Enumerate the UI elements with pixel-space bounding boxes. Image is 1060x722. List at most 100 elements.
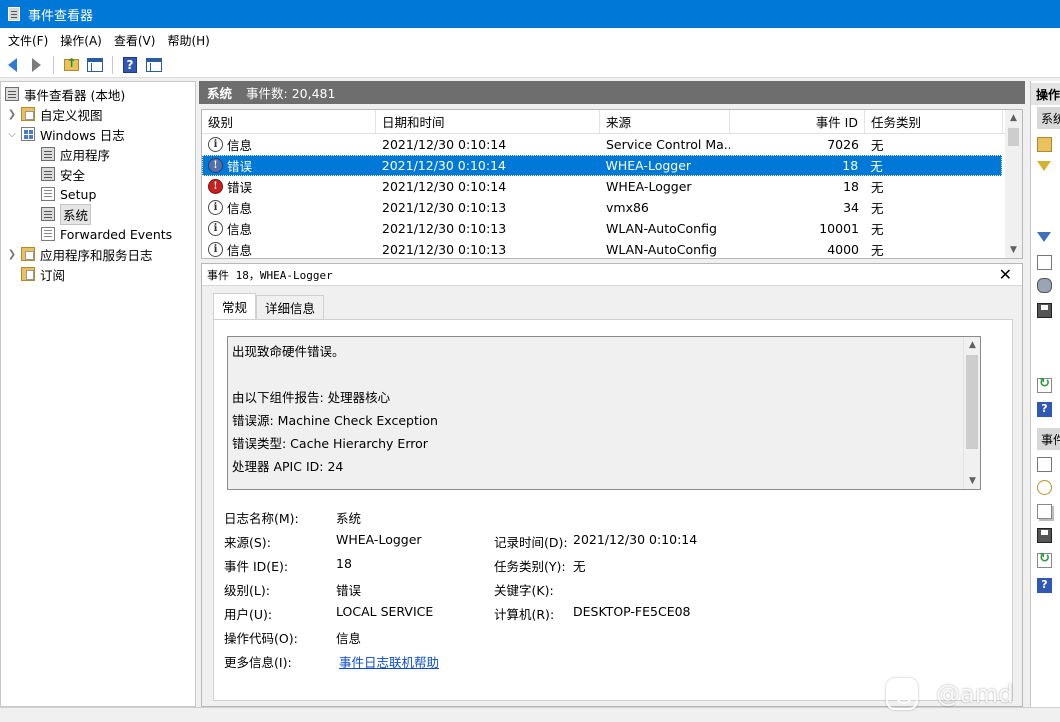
- online-help-link[interactable]: 事件日志联机帮助: [339, 652, 439, 671]
- open-saved-log-icon[interactable]: [1037, 137, 1052, 152]
- row-event-id: 18: [843, 179, 859, 194]
- row-source: Service Control Ma...: [606, 137, 730, 152]
- help-button[interactable]: ?: [120, 55, 140, 75]
- tree-node-custom-views[interactable]: ❯ 自定义视图: [1, 104, 195, 124]
- window-title: 事件查看器: [28, 8, 94, 24]
- row-source: WLAN-AutoConfig: [606, 221, 717, 236]
- menu-view[interactable]: 查看(V): [108, 32, 162, 49]
- column-header-date[interactable]: 日期和时间: [376, 110, 600, 133]
- scroll-thumb[interactable]: [966, 355, 978, 449]
- log-icon: [41, 167, 55, 181]
- tree-node-application[interactable]: 应用程序: [1, 144, 195, 164]
- menu-file[interactable]: 文件(F): [2, 32, 54, 49]
- event-list-scrollbar[interactable]: ▲ ▼: [1005, 110, 1022, 258]
- expand-chevron-icon[interactable]: ❯: [5, 249, 19, 260]
- refresh-icon[interactable]: [1037, 376, 1052, 393]
- event-list-header: 级别 日期和时间 来源 事件 ID 任务类别: [202, 110, 1022, 134]
- tree-node-forwarded-events[interactable]: Forwarded Events: [1, 224, 195, 244]
- tree-label-windows-logs: Windows 日志: [40, 127, 125, 143]
- column-header-event-id[interactable]: 事件 ID: [730, 110, 865, 133]
- info-icon: i: [208, 221, 223, 236]
- row-date: 2021/12/30 0:10:14: [382, 179, 507, 194]
- task-category-value: 无: [573, 559, 586, 574]
- tree-label-system: 系统: [60, 203, 92, 225]
- tree-label-security: 安全: [60, 167, 86, 183]
- help-icon[interactable]: ?: [1037, 402, 1052, 417]
- actions-section-system[interactable]: 系统: [1037, 107, 1060, 129]
- scroll-down-icon[interactable]: ▼: [1005, 242, 1022, 258]
- opcode-label: 操作代码(O):: [224, 631, 298, 646]
- close-icon[interactable]: ✕: [999, 265, 1012, 284]
- info-icon: i: [208, 137, 223, 152]
- filter-icon[interactable]: [1037, 232, 1051, 242]
- tree-node-setup[interactable]: Setup: [1, 184, 195, 204]
- save-icon[interactable]: [1037, 303, 1052, 318]
- tree-node-security[interactable]: 安全: [1, 164, 195, 184]
- column-header-source[interactable]: 来源: [600, 110, 730, 133]
- tree-node-windows-logs[interactable]: ⌵ Windows 日志: [1, 124, 195, 144]
- back-button[interactable]: [2, 55, 22, 75]
- menu-help[interactable]: 帮助(H): [161, 32, 215, 49]
- show-hide-action-pane-button[interactable]: [144, 55, 164, 75]
- column-header-level[interactable]: 级别: [202, 110, 376, 133]
- scroll-thumb[interactable]: [1008, 128, 1019, 146]
- table-row[interactable]: i 信息 2021/12/30 0:10:13 WLAN-AutoConfig 1…: [202, 218, 1022, 239]
- console-tree: 事件查看器 (本地) ❯ 自定义视图 ⌵ Windows 日志 应用程序 安全 …: [0, 81, 196, 707]
- row-category: 无: [871, 201, 884, 216]
- error-icon: !: [208, 179, 223, 194]
- copy-icon[interactable]: [1037, 504, 1052, 519]
- row-category: 无: [871, 243, 884, 258]
- row-event-id: 10001: [819, 221, 859, 236]
- folder-icon: [21, 107, 35, 121]
- description-line: 由以下组件报告: 处理器核心: [232, 390, 391, 405]
- folder-up-icon: [63, 56, 79, 71]
- row-category: 无: [871, 180, 884, 195]
- tree-node-system[interactable]: 系统: [1, 203, 195, 225]
- column-header-category[interactable]: 任务类别: [865, 110, 1003, 133]
- logged-value: 2021/12/30 0:10:14: [573, 532, 698, 547]
- actions-header: 操作: [1031, 83, 1060, 105]
- attach-task-icon[interactable]: [1037, 480, 1052, 495]
- save-selected-icon[interactable]: [1037, 528, 1052, 543]
- event-list: 级别 日期和时间 来源 事件 ID 任务类别 i 信息 2021/12/30 0:…: [201, 109, 1023, 259]
- tree-label-app-service-logs: 应用程序和服务日志: [40, 247, 153, 263]
- tab-details[interactable]: 详细信息: [256, 295, 325, 319]
- scroll-up-icon[interactable]: ▲: [964, 337, 981, 353]
- tree-node-app-service-logs[interactable]: ❯ 应用程序和服务日志: [1, 244, 195, 264]
- log-name-value: 系统: [336, 511, 362, 526]
- forward-button[interactable]: [26, 55, 46, 75]
- tree-label-setup: Setup: [60, 186, 97, 202]
- find-binoculars-icon[interactable]: [1037, 278, 1052, 293]
- info-icon: i: [208, 242, 223, 257]
- scroll-down-icon[interactable]: ▼: [964, 473, 981, 489]
- up-one-level-button[interactable]: [61, 55, 81, 75]
- event-properties-icon[interactable]: [1037, 457, 1052, 472]
- create-custom-view-icon[interactable]: [1037, 161, 1051, 171]
- properties-icon[interactable]: [1037, 255, 1052, 270]
- refresh-icon[interactable]: [1037, 551, 1052, 568]
- row-category: 无: [871, 222, 884, 237]
- table-row-selected[interactable]: ! 错误 2021/12/30 0:10:14 WHEA-Logger 18 无: [202, 155, 1002, 176]
- help-icon[interactable]: ?: [1037, 578, 1052, 593]
- table-row[interactable]: i 信息 2021/12/30 0:10:13 vmx86 34 无: [202, 197, 1022, 218]
- table-row[interactable]: i 信息 2021/12/30 0:10:14 Service Control M…: [202, 134, 1022, 155]
- actions-section-event[interactable]: 事件: [1037, 428, 1060, 450]
- scroll-up-icon[interactable]: ▲: [1005, 110, 1022, 126]
- subscription-icon: [21, 267, 35, 281]
- event-description[interactable]: 出现致命硬件错误。 由以下组件报告: 处理器核心 错误源: Machine Ch…: [227, 336, 981, 490]
- show-hide-tree-button[interactable]: [85, 55, 105, 75]
- description-scrollbar[interactable]: ▲ ▼: [963, 337, 980, 489]
- actions-pane: 操作 系统 ? 事件 ?: [1030, 81, 1060, 707]
- log-icon: [41, 187, 55, 201]
- tab-general[interactable]: 常规: [213, 293, 257, 319]
- table-row[interactable]: i 信息 2021/12/30 0:10:13 WLAN-AutoConfig 4…: [202, 239, 1022, 258]
- collapse-chevron-icon[interactable]: ⌵: [5, 129, 19, 140]
- tree-node-root[interactable]: 事件查看器 (本地): [1, 84, 195, 104]
- menu-action[interactable]: 操作(A): [54, 32, 108, 49]
- detail-title: 事件 18，WHEA-Logger: [207, 268, 333, 282]
- keywords-label: 关键字(K):: [494, 583, 554, 598]
- tree-node-subscriptions[interactable]: 订阅: [1, 264, 195, 284]
- expand-chevron-icon[interactable]: ❯: [5, 109, 19, 120]
- source-label: 来源(S):: [224, 535, 271, 550]
- table-row[interactable]: ! 错误 2021/12/30 0:10:14 WHEA-Logger 18 无: [202, 176, 1022, 197]
